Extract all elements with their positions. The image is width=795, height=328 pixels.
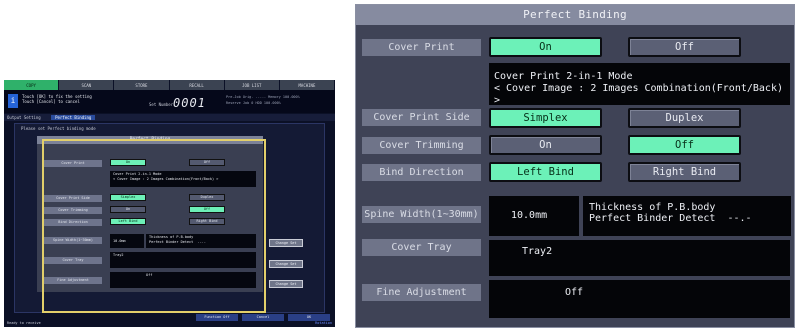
cover-print-mode-box: Cover Print 2-in-1 Mode < Cover Image : … [489,63,790,106]
tab-scan[interactable]: SCAN [59,80,115,90]
cover-print-off-button[interactable]: Off [628,37,741,57]
cover-tray-value: Tray2 [489,240,790,276]
thickness-detect-box: Thickness of P.B.body Perfect Binder Dete… [580,196,791,236]
breadcrumb-current: Perfect Binding [51,115,96,120]
thickness-line-1: Thickness of P.B.body [589,202,716,213]
mini-cancel-button[interactable]: Cancel [242,314,284,321]
rotation-status: Rotation [315,321,332,325]
instruction-text: Please set Perfect binding mode [21,126,96,131]
duplex-button[interactable]: Duplex [628,108,741,128]
ready-status: Ready to receive [7,321,41,325]
mode-tabs: COPY SCAN STORE RECALL JOB LIST MACHINE [4,80,335,90]
spine-width-value: 10.0mm [489,196,579,236]
mini-footer: Function Off Cancel OK Ready to receive … [4,313,335,327]
perfect-binding-dialog: Perfect Binding Cover Print On Off Cover… [355,4,795,328]
tab-recall[interactable]: RECALL [169,80,225,90]
thickness-line-2: Perfect Binder Detect --.- [589,213,752,224]
fine-adjustment-label: Fine Adjustment [362,284,481,301]
cover-trimming-on-button[interactable]: On [489,135,602,155]
breadcrumb-parent[interactable]: Output Setting [7,115,41,120]
bind-direction-label: Bind Direction [362,164,481,181]
left-bind-button[interactable]: Left Bind [489,162,602,182]
zoom-highlight-frame [42,139,266,313]
right-bind-button[interactable]: Right Bind [628,162,741,182]
cover-print-on-button[interactable]: On [489,37,602,57]
fine-adjustment-value: Off [489,280,790,318]
cover-trimming-off-button[interactable]: Off [628,135,741,155]
mode-line-2: < Cover Image : 2 Images Combination(Fro… [494,83,783,106]
info-bar: i Touch [OK] to fix the setting Touch [C… [4,90,335,113]
mode-line-1: Cover Print 2-in-1 Mode [494,71,633,82]
set-number-label: Set Number [149,102,174,107]
tab-machine[interactable]: MACHINE [279,80,335,90]
message-line-2: Touch [Cancel] to cancel [22,99,80,104]
set-number: 0001 [173,96,206,110]
mini-change-set-tray-button[interactable]: Change Set [269,260,303,268]
breadcrumb: Output Setting Perfect Binding [4,114,335,121]
tab-store[interactable]: STORE [114,80,170,90]
spine-width-label: Spine Width(1~30mm) [362,206,481,223]
mini-ok-button[interactable]: OK [288,314,330,321]
dialog-title: Perfect Binding [356,5,794,25]
info-icon: i [8,94,18,108]
cover-trimming-label: Cover Trimming [362,137,481,154]
status-line-1: Pre-Job Orig. ----- Memory 100.000% [226,95,300,99]
cover-print-side-label: Cover Print Side [362,109,481,126]
mini-change-set-fine-button[interactable]: Change Set [269,280,303,288]
mini-function-off-button[interactable]: Function Off [196,314,238,321]
tab-copy[interactable]: COPY [4,80,60,90]
cover-tray-label: Cover Tray [362,239,481,256]
simplex-button[interactable]: Simplex [489,108,602,128]
status-line-2: Reserve Job 0 HDD 100.000% [226,101,281,105]
mini-change-set-spine-button[interactable]: Change Set [269,239,303,247]
cover-print-label: Cover Print [362,39,481,56]
tab-job-list[interactable]: JOB LIST [224,80,280,90]
